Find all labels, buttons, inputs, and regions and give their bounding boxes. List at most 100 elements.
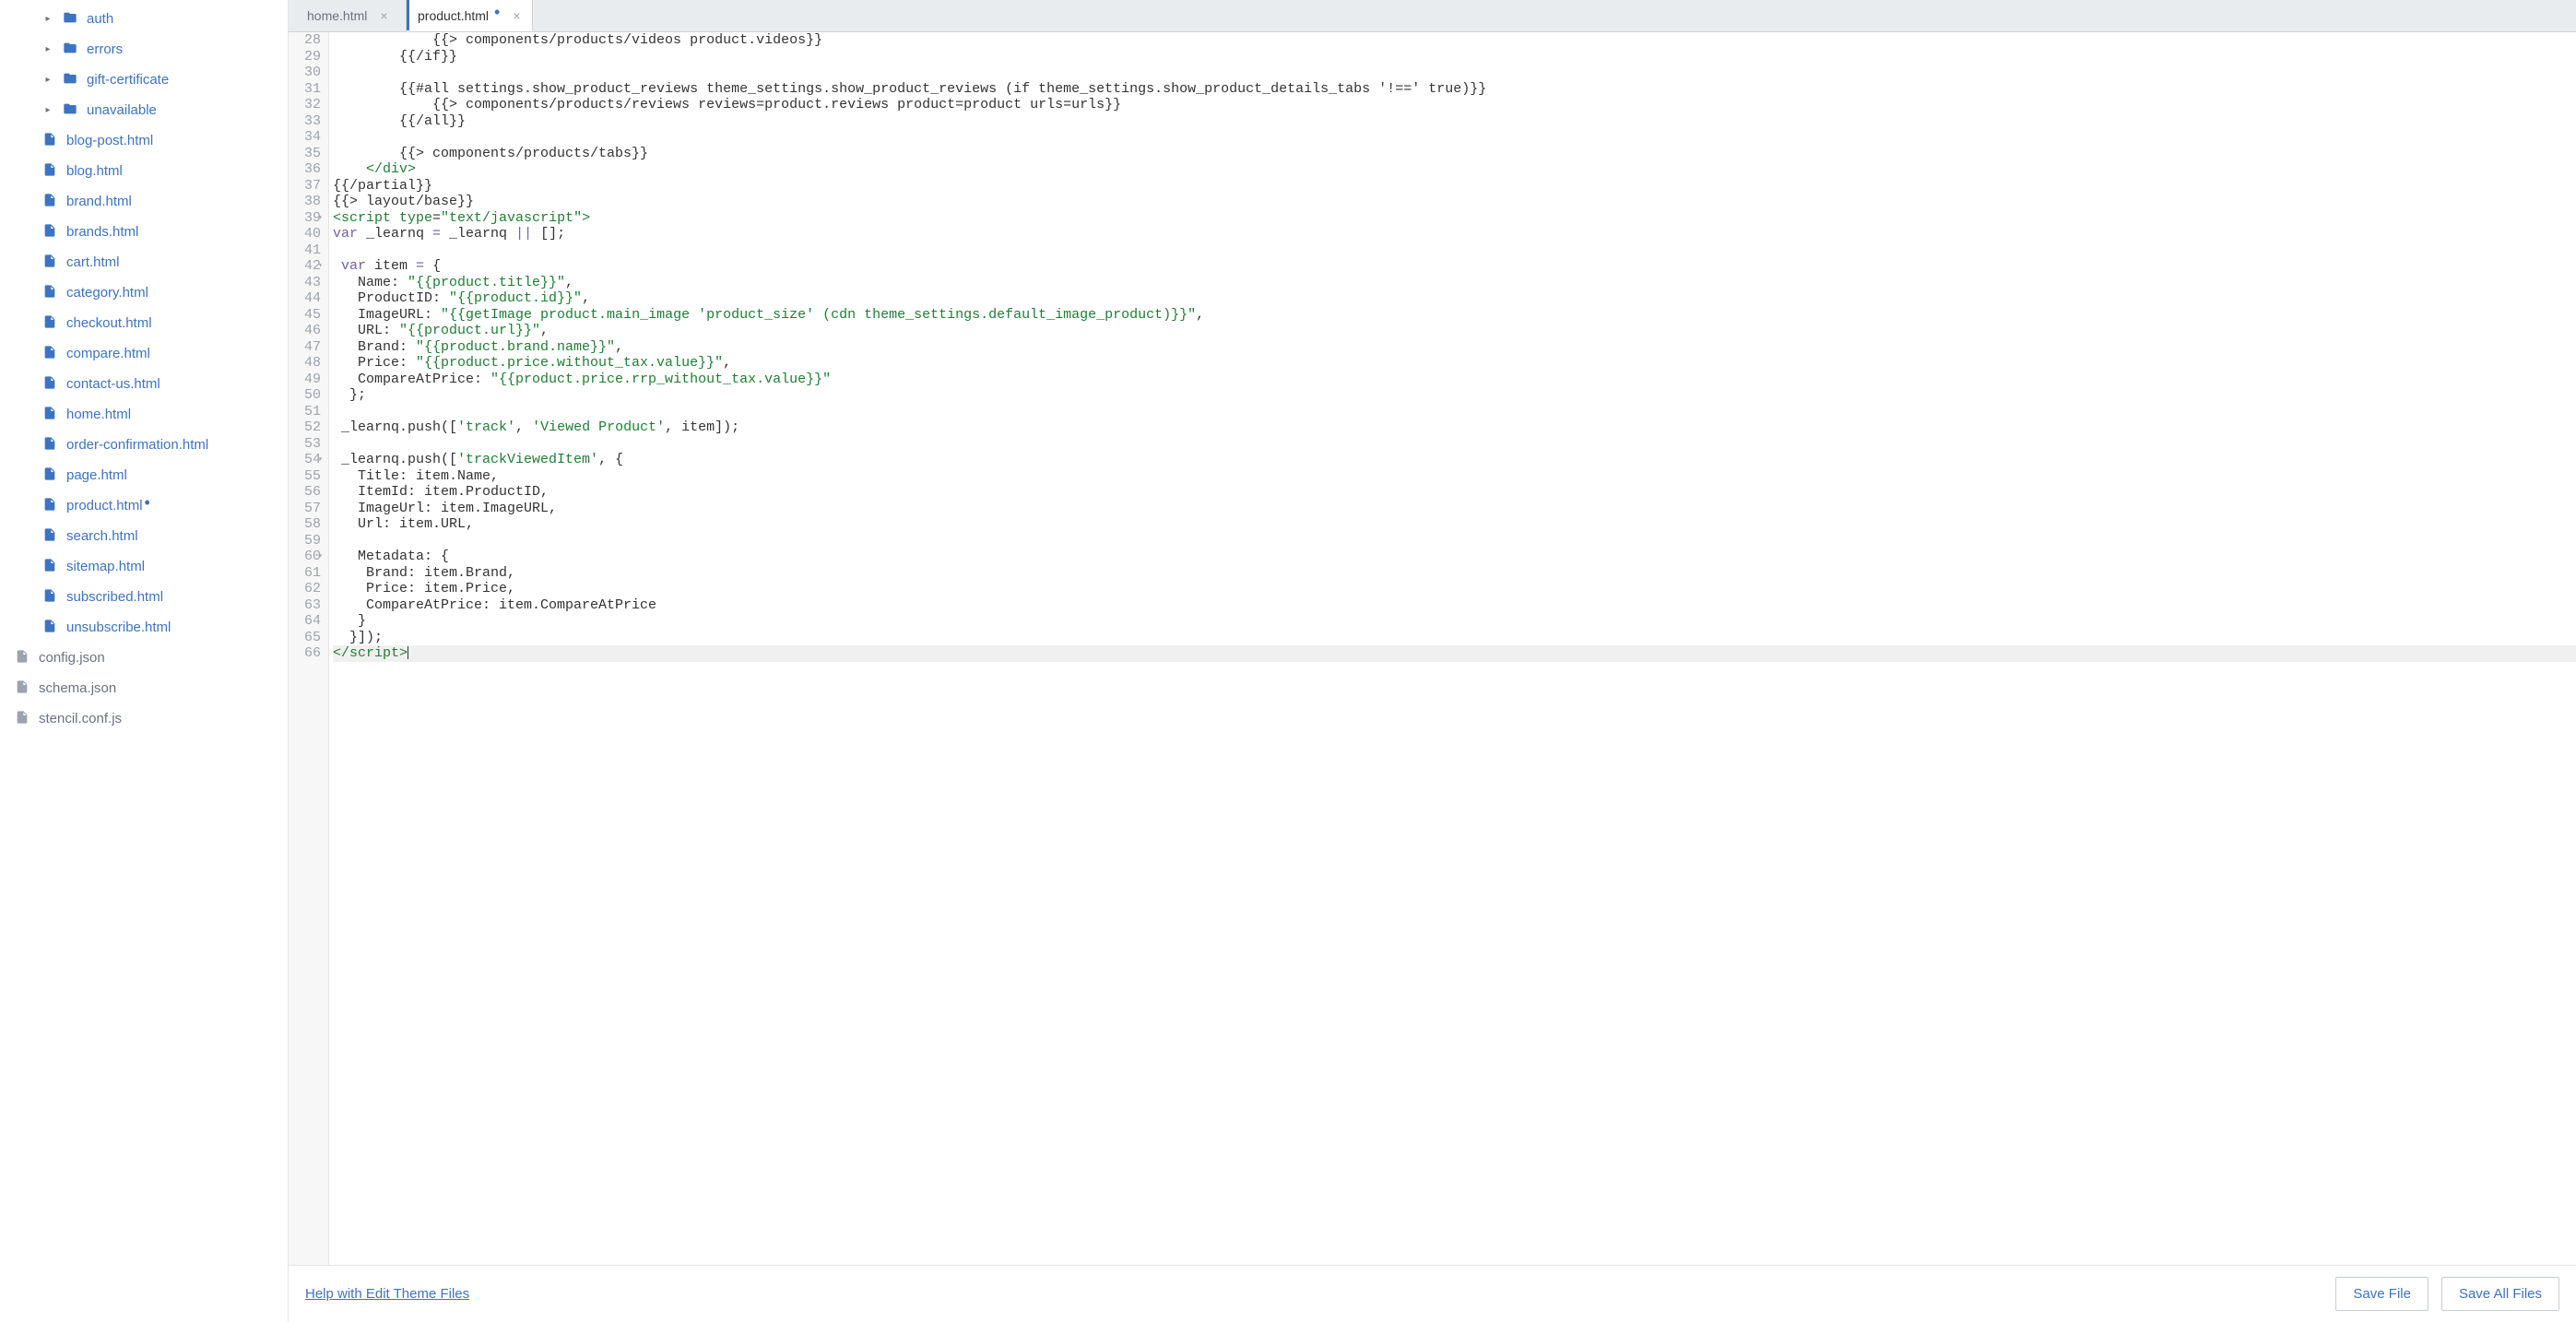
code-line[interactable]: _learnq.push(['track', 'Viewed Product',…: [333, 419, 2576, 436]
code-line[interactable]: {{> components/products/videos product.v…: [333, 32, 2576, 49]
folder-label: gift-certificate: [87, 72, 169, 88]
close-icon[interactable]: ×: [380, 8, 387, 23]
code-line[interactable]: URL: "{{product.url}}",: [333, 323, 2576, 339]
file-blog-post-html[interactable]: blog-post.html: [0, 125, 288, 156]
file-compare-html[interactable]: compare.html: [0, 338, 288, 369]
code-line[interactable]: _learnq.push(['trackViewedItem', {: [333, 452, 2576, 468]
code-line[interactable]: {{#all settings.show_product_reviews the…: [333, 81, 2576, 98]
code-line[interactable]: [333, 404, 2576, 420]
code-line[interactable]: </script>: [333, 645, 2576, 662]
save-file-button[interactable]: Save File: [2335, 1277, 2428, 1311]
file-category-html[interactable]: category.html: [0, 277, 288, 308]
root-file-stencil-conf-js[interactable]: stencil.conf.js: [0, 703, 288, 734]
code-line[interactable]: Name: "{{product.title}}",: [333, 275, 2576, 291]
folder-label: auth: [87, 11, 113, 27]
code-line[interactable]: {{/if}}: [333, 49, 2576, 65]
code-line[interactable]: Url: item.URL,: [333, 516, 2576, 533]
code-line[interactable]: [333, 65, 2576, 81]
tab-bar: home.html×product.html•×: [289, 0, 2576, 32]
editor-footer: Help with Edit Theme Files Save File Sav…: [289, 1265, 2576, 1322]
line-number: 47: [294, 339, 321, 356]
close-icon[interactable]: ×: [513, 8, 520, 23]
code-line[interactable]: ImageURL: "{{getImage product.main_image…: [333, 307, 2576, 324]
code-line[interactable]: };: [333, 387, 2576, 404]
help-link[interactable]: Help with Edit Theme Files: [305, 1286, 469, 1302]
line-number: 42: [294, 258, 321, 275]
line-number: 64: [294, 613, 321, 630]
folder-label: errors: [87, 41, 123, 57]
code-line[interactable]: CompareAtPrice: "{{product.price.rrp_wit…: [333, 372, 2576, 388]
file-home-html[interactable]: home.html: [0, 399, 288, 430]
file-cart-html[interactable]: cart.html: [0, 247, 288, 277]
code-line[interactable]: }]);: [333, 630, 2576, 646]
code-line[interactable]: }: [333, 613, 2576, 630]
file-brand-html[interactable]: brand.html: [0, 186, 288, 217]
code-line[interactable]: ItemId: item.ProductID,: [333, 484, 2576, 501]
file-label: category.html: [66, 285, 148, 301]
code-line[interactable]: <script type="text/javascript">: [333, 210, 2576, 227]
file-icon: [42, 193, 57, 207]
line-number: 46: [294, 323, 321, 339]
line-number: 32: [294, 97, 321, 113]
code-line[interactable]: [333, 129, 2576, 146]
file-icon: [42, 406, 57, 420]
line-number: 33: [294, 113, 321, 130]
file-search-html[interactable]: search.html: [0, 521, 288, 551]
chevron-right-icon: ▸: [42, 44, 53, 54]
code-line[interactable]: var _learnq = _learnq || [];: [333, 226, 2576, 242]
app-root: ▸ auth ▸ errors ▸gift-certificate▸unavailabl…: [0, 0, 2576, 1322]
code-line[interactable]: </div>: [333, 161, 2576, 178]
file-unsubscribe-html[interactable]: unsubscribe.html: [0, 612, 288, 643]
folder-unavailable[interactable]: ▸unavailable: [0, 95, 288, 125]
code-line[interactable]: {{/all}}: [333, 113, 2576, 130]
code-line[interactable]: {{> components/products/reviews reviews=…: [333, 97, 2576, 113]
code-line[interactable]: {{> layout/base}}: [333, 194, 2576, 210]
file-label: schema.json: [39, 680, 116, 696]
code-line[interactable]: var item = {: [333, 258, 2576, 275]
root-file-config-json[interactable]: config.json: [0, 643, 288, 673]
file-label: contact-us.html: [66, 376, 160, 392]
file-page-html[interactable]: page.html: [0, 460, 288, 490]
save-all-files-button[interactable]: Save All Files: [2441, 1277, 2559, 1311]
root-file-schema-json[interactable]: schema.json: [0, 673, 288, 703]
code-line[interactable]: ProductID: "{{product.id}}",: [333, 290, 2576, 307]
tab-home-html[interactable]: home.html×: [296, 0, 407, 31]
code-line[interactable]: [333, 533, 2576, 549]
code-line[interactable]: [333, 242, 2576, 259]
code-line[interactable]: {{> components/products/tabs}}: [333, 146, 2576, 162]
file-icon: [42, 314, 57, 329]
code-editor[interactable]: 2829303132333435363738394041424344454647…: [289, 32, 2576, 1265]
code-line[interactable]: Brand: item.Brand,: [333, 565, 2576, 582]
code-line[interactable]: Price: item.Price,: [333, 581, 2576, 597]
code-line[interactable]: Metadata: {: [333, 549, 2576, 565]
tab-product-html[interactable]: product.html•×: [407, 0, 533, 31]
code-line[interactable]: Brand: "{{product.brand.name}}",: [333, 339, 2576, 356]
file-checkout-html[interactable]: checkout.html: [0, 308, 288, 338]
line-number: 63: [294, 597, 321, 614]
code-line[interactable]: [333, 436, 2576, 453]
code-line[interactable]: Price: "{{product.price.without_tax.valu…: [333, 355, 2576, 372]
file-blog-html[interactable]: blog.html: [0, 156, 288, 186]
code-line[interactable]: ImageUrl: item.ImageURL,: [333, 501, 2576, 517]
code-line[interactable]: CompareAtPrice: item.CompareAtPrice: [333, 597, 2576, 614]
line-number: 29: [294, 49, 321, 65]
line-number: 28: [294, 32, 321, 49]
file-contact-us-html[interactable]: contact-us.html: [0, 369, 288, 399]
file-brands-html[interactable]: brands.html: [0, 217, 288, 247]
file-icon: [42, 558, 57, 572]
code-line[interactable]: Title: item.Name,: [333, 468, 2576, 485]
folder-errors[interactable]: ▸ errors: [0, 34, 288, 65]
code-content[interactable]: {{> components/products/videos product.v…: [329, 32, 2576, 1265]
line-number: 43: [294, 275, 321, 291]
folder-auth[interactable]: ▸ auth: [0, 4, 288, 34]
code-line[interactable]: {{/partial}}: [333, 178, 2576, 195]
folder-gift-certificate[interactable]: ▸gift-certificate: [0, 65, 288, 95]
chevron-right-icon: ▸: [42, 14, 53, 24]
file-product-html[interactable]: product.html•: [0, 490, 288, 521]
file-icon: [42, 466, 57, 481]
file-label: page.html: [66, 467, 127, 483]
file-order-confirmation-html[interactable]: order-confirmation.html: [0, 430, 288, 460]
file-icon: [42, 223, 57, 238]
file-sitemap-html[interactable]: sitemap.html: [0, 551, 288, 582]
file-subscribed-html[interactable]: subscribed.html: [0, 582, 288, 612]
